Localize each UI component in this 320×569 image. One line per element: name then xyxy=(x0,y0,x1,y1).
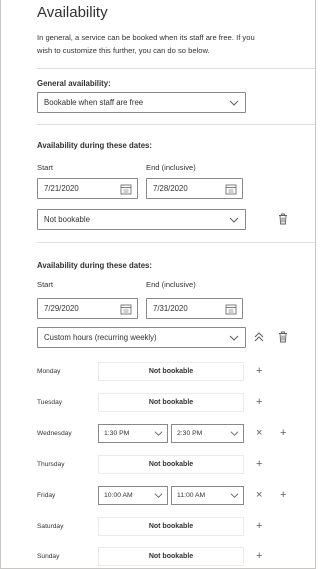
intro-text: In general, a service can be booked when… xyxy=(37,31,320,57)
general-availability-dropdown[interactable]: Bookable when staff are free xyxy=(37,92,246,113)
intro-line: wish to customize this further, you can … xyxy=(37,46,210,55)
chevron-down-icon xyxy=(154,493,163,498)
start-date-field[interactable]: 7/21/2020 xyxy=(37,178,138,199)
calendar-icon[interactable] xyxy=(225,183,237,195)
day-label-thursday: Thursday xyxy=(37,461,65,468)
not-bookable-box: Not bookable xyxy=(98,517,244,536)
day-label-friday: Friday xyxy=(37,492,56,499)
start-date-value: 7/29/2020 xyxy=(44,304,79,313)
start-date-value: 7/21/2020 xyxy=(44,184,79,193)
not-bookable-box: Not bookable xyxy=(98,455,244,474)
end-time-value: 2:30 PM xyxy=(177,430,203,437)
calendar-icon[interactable] xyxy=(120,183,132,195)
end-time-dropdown[interactable]: 11:00 AM xyxy=(171,486,244,505)
general-availability-value: Bookable when staff are free xyxy=(44,98,144,107)
divider xyxy=(37,124,315,125)
divider xyxy=(37,68,315,69)
plus-icon[interactable]: + xyxy=(256,397,262,408)
day-label-monday: Monday xyxy=(37,368,61,375)
plus-icon[interactable]: + xyxy=(280,428,286,439)
chevron-down-icon xyxy=(154,431,163,436)
chevron-down-icon xyxy=(230,431,239,436)
start-label: Start xyxy=(37,163,54,172)
end-date-field[interactable]: 7/31/2020 xyxy=(146,298,243,319)
plus-icon[interactable]: + xyxy=(256,459,262,470)
end-label: End (inclusive) xyxy=(146,163,196,172)
end-label: End (inclusive) xyxy=(146,280,196,289)
not-bookable-box: Not bookable xyxy=(98,547,244,566)
start-time-dropdown[interactable]: 10:00 AM xyxy=(98,486,168,505)
start-time-value: 10:00 AM xyxy=(104,492,133,499)
general-availability-heading: General availability: xyxy=(37,79,111,88)
end-date-field[interactable]: 7/28/2020 xyxy=(146,178,243,199)
plus-icon[interactable]: + xyxy=(256,551,262,562)
end-date-value: 7/31/2020 xyxy=(153,304,188,313)
chevron-up-double-icon[interactable] xyxy=(252,330,266,344)
day-label-tuesday: Tuesday xyxy=(37,399,63,406)
trash-icon[interactable] xyxy=(276,330,290,344)
close-icon[interactable]: × xyxy=(256,490,262,501)
end-time-value: 11:00 AM xyxy=(177,492,206,499)
chevron-down-icon xyxy=(229,335,239,341)
plus-icon[interactable]: + xyxy=(256,366,262,377)
chevron-down-icon xyxy=(230,493,239,498)
plus-icon[interactable]: + xyxy=(256,521,262,532)
date-range-heading: Availability during these dates: xyxy=(37,141,152,150)
day-label-wednesday: Wednesday xyxy=(37,430,72,437)
range-mode-dropdown[interactable]: Not bookable xyxy=(37,209,246,230)
day-label-sunday: Sunday xyxy=(37,553,60,560)
divider xyxy=(37,242,315,243)
chevron-down-icon xyxy=(229,217,239,223)
plus-icon[interactable]: + xyxy=(280,490,286,501)
availability-panel: Availability In general, a service can b… xyxy=(0,0,316,569)
end-date-value: 7/28/2020 xyxy=(153,184,188,193)
range-mode-value: Custom hours (recurring weekly) xyxy=(44,333,157,342)
day-label-saturday: Saturday xyxy=(37,523,64,530)
start-time-value: 1:30 PM xyxy=(104,430,130,437)
start-time-dropdown[interactable]: 1:30 PM xyxy=(98,424,168,443)
date-range-heading: Availability during these dates: xyxy=(37,261,152,270)
range-mode-dropdown[interactable]: Custom hours (recurring weekly) xyxy=(37,327,246,348)
intro-line: In general, a service can be booked when… xyxy=(37,33,255,42)
calendar-icon[interactable] xyxy=(120,303,132,315)
close-icon[interactable]: × xyxy=(256,428,262,439)
end-time-dropdown[interactable]: 2:30 PM xyxy=(171,424,244,443)
range-mode-value: Not bookable xyxy=(44,215,90,224)
start-date-field[interactable]: 7/29/2020 xyxy=(37,298,138,319)
not-bookable-box: Not bookable xyxy=(98,362,244,381)
chevron-down-icon xyxy=(229,100,239,106)
page-title: Availability xyxy=(37,4,108,21)
not-bookable-box: Not bookable xyxy=(98,393,244,412)
trash-icon[interactable] xyxy=(276,212,290,226)
start-label: Start xyxy=(37,280,54,289)
calendar-icon[interactable] xyxy=(225,303,237,315)
